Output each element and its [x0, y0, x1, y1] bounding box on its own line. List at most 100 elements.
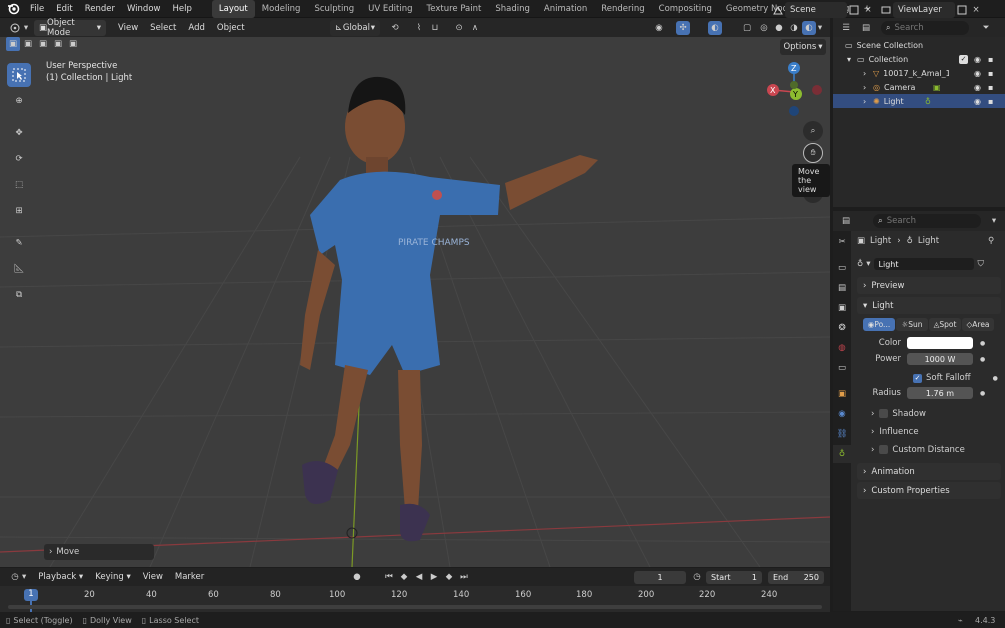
jump-start-icon[interactable]: ⏮ [382, 570, 396, 584]
viewport-menu-view[interactable]: View [112, 19, 144, 37]
chevron-down-icon[interactable]: ▾ [813, 21, 827, 35]
mode-selector[interactable]: ▣ Object Mode ▾ [34, 18, 106, 38]
tab-view-layer[interactable]: ▣ [833, 299, 851, 317]
3d-viewport[interactable]: PIRATE CHAMPS User Perspective (1) Colle… [0, 37, 830, 567]
camera-render-icon[interactable]: ▪ [988, 83, 993, 92]
menu-edit[interactable]: Edit [50, 0, 78, 18]
soft-falloff-checkbox[interactable]: ✓ [913, 373, 922, 383]
menu-window[interactable]: Window [121, 0, 167, 18]
tab-render[interactable]: ▭ [833, 259, 851, 277]
timeline-menu-marker[interactable]: Marker [169, 568, 210, 586]
stopwatch-icon[interactable]: ◷ [690, 570, 704, 584]
pin-icon[interactable]: ⚲ [988, 236, 994, 246]
tab-uv-editing[interactable]: UV Editing [361, 0, 419, 18]
outliner-row-light[interactable]: › ✺ Light ♁ ◉ ▪ [833, 94, 1005, 108]
panel-custom-properties[interactable]: › Custom Properties [857, 482, 1001, 499]
overlay-toggle-icon[interactable]: ◐ [708, 21, 722, 35]
timeline-menu-view[interactable]: View [137, 568, 169, 586]
measure-tool[interactable]: 📐︎ [7, 257, 31, 281]
blender-logo-icon[interactable] [6, 2, 20, 16]
proportional-edit-icon[interactable]: ⊙ [452, 21, 466, 35]
outliner-search-input[interactable]: Search [894, 23, 923, 33]
select-invert-icon[interactable]: ▣ [51, 37, 65, 51]
visibility-icon[interactable]: ◉ [652, 21, 666, 35]
navigation-gizmo[interactable]: Z X Y [760, 59, 830, 119]
panel-animation[interactable]: › Animation [857, 463, 1001, 480]
light-type-sun[interactable]: ☼ Sun [896, 318, 928, 331]
move-tool[interactable]: ✥ [7, 121, 31, 145]
scene-icon[interactable] [771, 3, 785, 17]
filter-icon[interactable]: ⏷ [979, 21, 993, 35]
transform-orientation-selector[interactable]: ⊾ Global ▾ [330, 20, 380, 36]
editor-type-icon[interactable] [8, 21, 22, 35]
outliner-row-collection[interactable]: ▾ ▭ Collection ✓ ◉ ▪ [833, 52, 1005, 66]
viewport-menu-object[interactable]: Object [211, 19, 251, 37]
keyframe-dot-icon[interactable]: ● [980, 356, 985, 363]
add-cube-tool[interactable]: ⧉ [7, 283, 31, 307]
snap-target-icon[interactable]: ⊔ [428, 21, 442, 35]
new-scene-icon[interactable] [847, 3, 861, 17]
material-shading-icon[interactable]: ◑ [787, 21, 801, 35]
menu-help[interactable]: Help [166, 0, 197, 18]
properties-search-input[interactable]: Search [887, 216, 916, 226]
pan-button[interactable]: ✋︎ [803, 143, 823, 163]
last-operator-panel[interactable]: › Move [44, 544, 154, 560]
eye-icon[interactable]: ◉ [974, 83, 981, 92]
snap-icon[interactable]: ⌇ [412, 21, 426, 35]
delete-scene-icon[interactable]: × [861, 3, 875, 17]
pivot-icon[interactable]: ⟲ [388, 21, 402, 35]
camera-render-icon[interactable]: ▪ [988, 69, 993, 78]
properties-editor-icon[interactable]: ▤ [839, 214, 853, 228]
current-frame-field[interactable]: 1 [634, 570, 686, 584]
keyframe-dot-icon[interactable]: ● [993, 375, 998, 382]
display-mode-icon[interactable]: ▤ [859, 21, 873, 35]
timeline-ruler[interactable]: 1 20 40 60 80 100 120 140 160 180 200 22… [0, 586, 830, 612]
keyframe-dot-icon[interactable]: ● [980, 390, 985, 397]
falloff-icon[interactable]: ∧ [468, 21, 482, 35]
gizmo-toggle-icon[interactable]: ✣ [676, 21, 690, 35]
tab-constraints[interactable]: ⛓ [833, 425, 851, 443]
scene-selector[interactable]: Scene [785, 2, 847, 18]
tab-tool[interactable]: ✂ [833, 233, 851, 251]
power-field[interactable]: 1000 W [907, 353, 973, 365]
tab-scene[interactable]: ❂ [833, 319, 851, 337]
new-viewlayer-icon[interactable] [955, 3, 969, 17]
tab-layout[interactable]: Layout [211, 0, 255, 18]
timeline-scrollbar[interactable] [8, 605, 822, 609]
panel-light[interactable]: ▾ Light [857, 297, 1001, 314]
auto-keying-icon[interactable]: ● [350, 570, 364, 584]
annotate-tool[interactable]: ✎ [7, 231, 31, 255]
tab-texture-paint[interactable]: Texture Paint [420, 0, 489, 18]
viewlayer-selector[interactable]: ViewLayer [893, 2, 955, 18]
tab-modeling[interactable]: Modeling [255, 0, 308, 18]
delete-viewlayer-icon[interactable]: × [969, 3, 983, 17]
zoom-button[interactable]: ⌕ [803, 121, 823, 141]
rotate-tool[interactable]: ⟳ [7, 147, 31, 171]
end-frame-field[interactable]: End 250 [768, 570, 824, 584]
menu-render[interactable]: Render [79, 0, 121, 18]
select-intersect-icon[interactable]: ▣ [66, 37, 80, 51]
tab-object[interactable]: ▣ [833, 385, 851, 403]
network-icon[interactable]: ⌁ [958, 616, 963, 625]
outliner-row-camera[interactable]: › ◎ Camera ▣ ◉ ▪ [833, 80, 1005, 94]
timeline-menu-keying[interactable]: Keying ▾ [89, 568, 137, 586]
select-box-tool[interactable] [7, 63, 31, 87]
select-subtract-icon[interactable]: ▣ [36, 37, 50, 51]
outliner-row-mesh[interactable]: › ▽ 10017_k_Amal_10 ◉ ▪ [833, 66, 1005, 80]
wireframe-shading-icon[interactable]: ◎ [757, 21, 771, 35]
tab-output[interactable]: ▤ [833, 279, 851, 297]
camera-render-icon[interactable]: ▪ [988, 97, 993, 106]
timeline-editor-icon[interactable]: ◷ [8, 570, 22, 584]
tab-sculpting[interactable]: Sculpting [307, 0, 361, 18]
light-type-spot[interactable]: ◬ Spot [929, 318, 961, 331]
play-icon[interactable]: ▶ [427, 570, 441, 584]
tab-rendering[interactable]: Rendering [594, 0, 651, 18]
outliner-editor-icon[interactable]: ☰ [839, 21, 853, 35]
datablock-name-field[interactable]: Light [873, 258, 974, 270]
cursor-tool[interactable]: ⊕ [7, 89, 31, 113]
start-frame-field[interactable]: Start 1 [706, 570, 762, 584]
tab-shading[interactable]: Shading [488, 0, 537, 18]
outliner-search[interactable]: ⌕ Search [881, 21, 969, 35]
timeline-menu-playback[interactable]: Playback ▾ [32, 568, 89, 586]
options-dropdown[interactable]: Options ▾ [780, 39, 826, 55]
